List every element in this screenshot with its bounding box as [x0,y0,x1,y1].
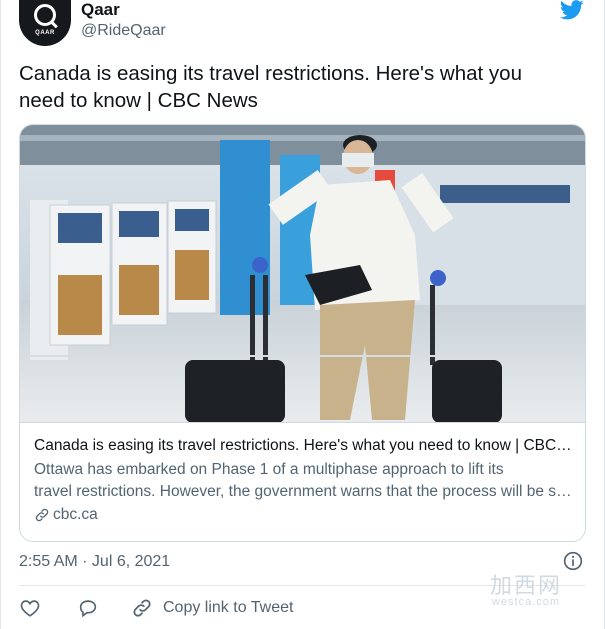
action-bar: Copy link to Tweet [19,596,293,620]
tweet-text: Canada is easing its travel restrictions… [19,60,589,114]
card-domain[interactable]: cbc.ca [34,506,574,524]
tweet-embed: QAAR Qaar @RideQaar Canada is easing its… [0,0,605,629]
card-description-line: Ottawa has embarked on Phase 1 of a mult… [34,461,504,478]
tweet-text-line: Canada is easing its travel restrictions… [19,62,522,85]
card-title[interactable]: Canada is easing its travel restrictions… [34,435,574,456]
card-description-line: travel restrictions. However, the govern… [34,483,574,500]
airport-photo [20,125,585,422]
user-handle[interactable]: @RideQaar [81,22,166,40]
reply-button[interactable] [77,597,99,619]
card-description: Ottawa has embarked on Phase 1 of a mult… [34,459,574,503]
twitter-bird-icon[interactable] [559,0,585,20]
tweet-text-line: need to know | CBC News [19,89,258,112]
card-meta[interactable]: Canada is easing its travel restrictions… [34,435,574,524]
tweet-timestamp[interactable]: 2:55 AM · Jul 6, 2021 [19,553,170,571]
reply-bubble-icon [79,600,97,618]
qaar-logo-icon [34,4,56,26]
avatar[interactable]: QAAR [19,0,71,46]
display-name[interactable]: Qaar [81,0,120,20]
watermark: 加西网 westca.com [471,568,581,608]
card-image[interactable] [20,125,585,423]
link-preview-card[interactable]: Canada is easing its travel restrictions… [19,124,586,542]
copy-link-label: Copy link to Tweet [163,599,294,616]
watermark-en: westca.com [491,596,561,608]
link-icon [35,508,49,522]
avatar-logo-text: QAAR [35,30,55,36]
card-domain-label: cbc.ca [53,506,98,523]
link-icon [133,599,151,617]
copy-link-button[interactable]: Copy link to Tweet [131,597,293,619]
heart-icon [20,600,40,617]
like-button[interactable] [19,597,41,619]
